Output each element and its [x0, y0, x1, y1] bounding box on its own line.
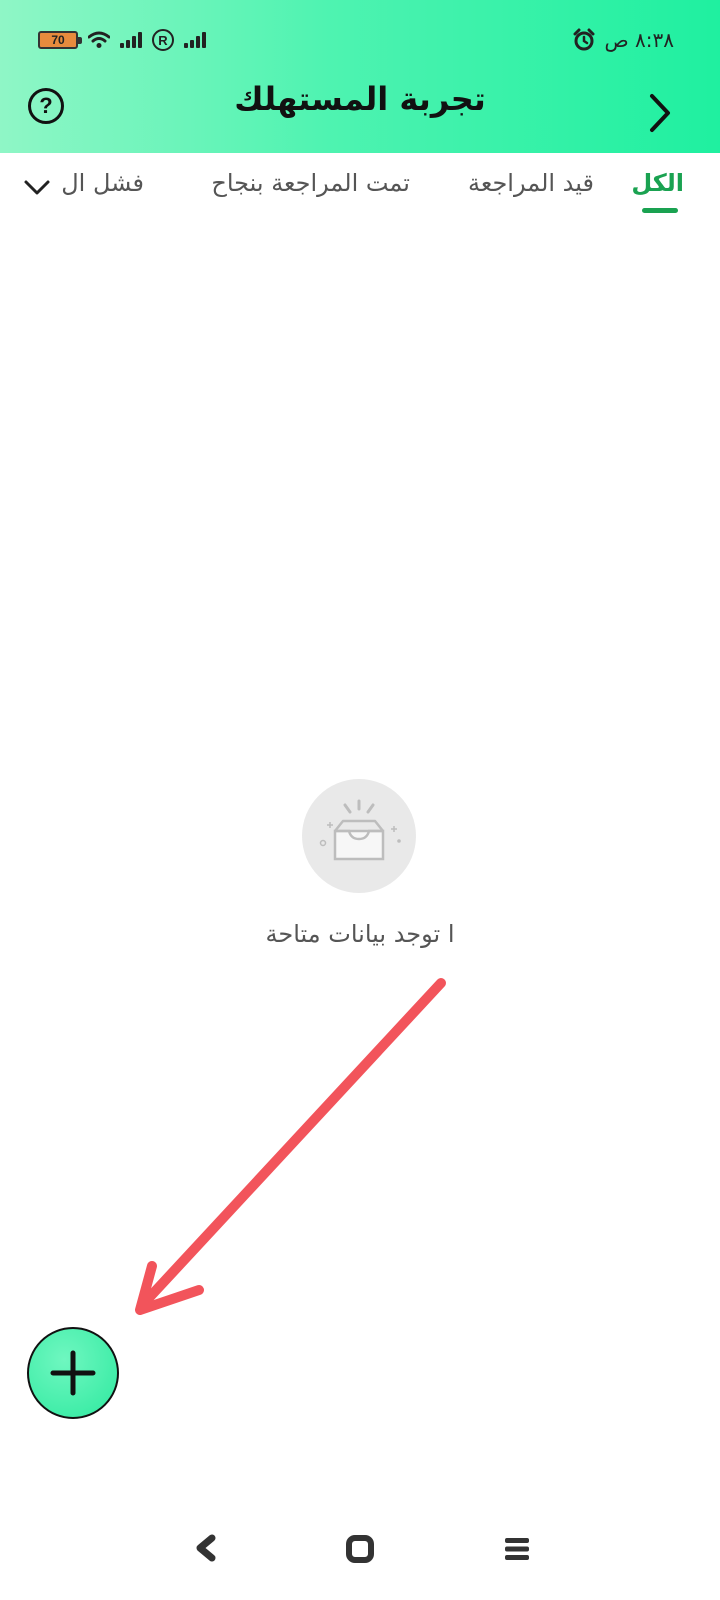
tab-bar: الكل قيد المراجعة تمت المراجعة بنجاح فشل… — [0, 153, 720, 223]
plus-icon — [50, 1350, 96, 1396]
back-button[interactable] — [640, 90, 680, 136]
signal-icon-2 — [184, 32, 206, 48]
empty-box-icon — [319, 799, 401, 861]
tab-all[interactable]: الكل — [631, 169, 684, 197]
help-icon: ? — [39, 93, 53, 118]
chevron-down-icon — [24, 180, 50, 195]
roaming-icon: R — [152, 29, 174, 51]
wifi-icon — [88, 31, 110, 48]
empty-state-illustration — [302, 779, 416, 893]
page-title: تجربة المستهلك — [234, 80, 486, 118]
system-back-button[interactable] — [192, 1532, 222, 1564]
tab-reviewed-successfully[interactable]: تمت المراجعة بنجاح — [211, 169, 410, 197]
battery-icon: 70 — [38, 31, 82, 49]
status-time: ٨:٣٨ ص — [604, 28, 674, 52]
chevron-right-icon — [650, 94, 670, 132]
system-recents-button[interactable] — [502, 1534, 532, 1564]
add-button[interactable] — [27, 1327, 119, 1419]
help-button[interactable]: ? — [28, 88, 64, 124]
status-bar-right: ٨:٣٨ ص — [572, 26, 674, 54]
battery-level: 70 — [51, 33, 65, 47]
system-home-button[interactable] — [344, 1533, 376, 1565]
app-header: 70 R ٨:٣٨ ص ? تجربة المستهلك — [0, 0, 720, 153]
tab-failed[interactable]: فشل ال — [61, 169, 144, 197]
tabs-expand-button[interactable] — [22, 172, 52, 202]
tab-under-review[interactable]: قيد المراجعة — [468, 169, 594, 197]
empty-state-message: ا توجد بيانات متاحة — [265, 920, 455, 948]
active-tab-indicator — [642, 208, 678, 213]
signal-icon — [120, 32, 142, 48]
status-bar-left: 70 R — [38, 28, 206, 52]
alarm-icon — [573, 28, 595, 51]
